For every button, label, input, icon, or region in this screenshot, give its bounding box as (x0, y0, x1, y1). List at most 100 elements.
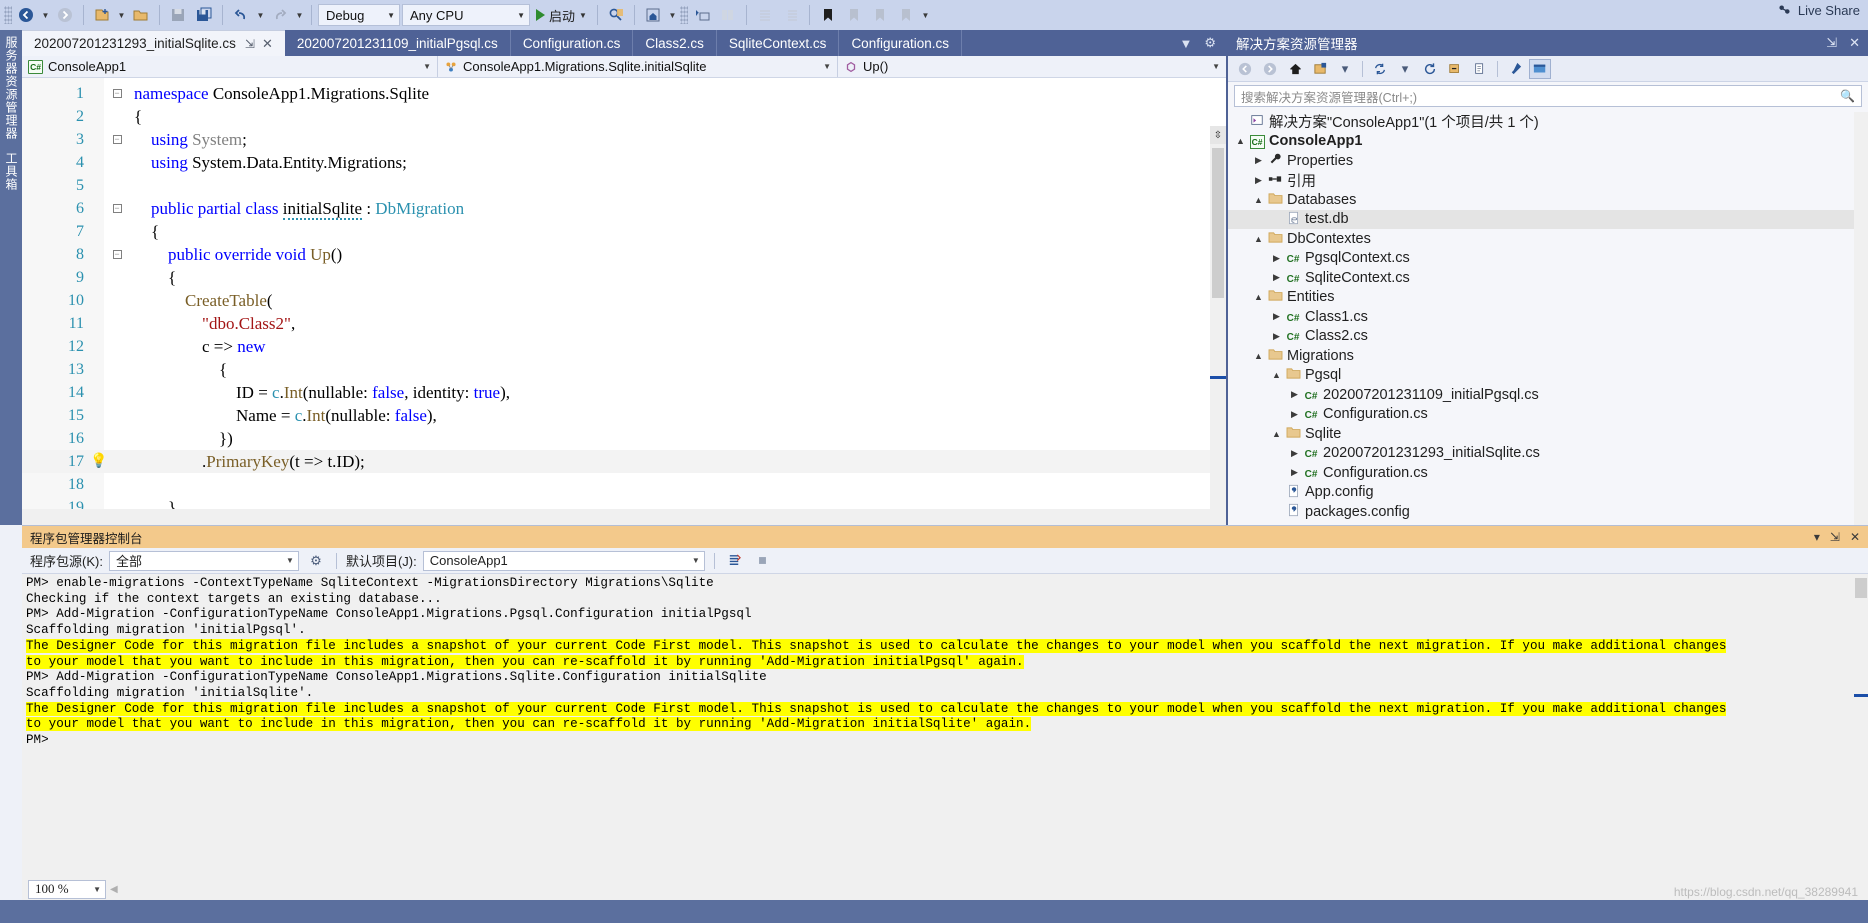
fold-marker-6[interactable]: − (106, 197, 128, 220)
collapse-icon[interactable]: ▲ (1252, 195, 1265, 205)
redo-icon[interactable] (268, 4, 292, 26)
tree-item-7[interactable]: ▶ C# PgsqlContext.cs (1228, 249, 1868, 269)
solution-explorer-search[interactable]: 搜索解决方案资源管理器(Ctrl+;) 🔍 (1234, 85, 1862, 107)
tree-item-16[interactable]: ▲ Sqlite (1228, 424, 1868, 444)
save-all-icon[interactable] (192, 4, 216, 26)
expand-icon[interactable]: ▶ (1252, 175, 1265, 186)
dropdown-icon-se-2[interactable]: ▾ (1394, 59, 1416, 79)
pmc-stop-icon[interactable] (752, 551, 774, 571)
collapse-icon[interactable]: ▲ (1252, 234, 1265, 244)
fold-marker-1[interactable]: − (106, 82, 128, 105)
previous-bookmark-icon[interactable] (842, 4, 866, 26)
open-file-icon[interactable] (129, 4, 153, 26)
editor-tab-1[interactable]: 202007201231109_initialPgsql.cs (284, 30, 511, 56)
collapse-icon[interactable]: ▲ (1234, 136, 1247, 146)
expand-icon[interactable]: ▶ (1270, 272, 1283, 283)
tree-item-6[interactable]: ▲ DbContextes (1228, 229, 1868, 249)
editor-tab-3[interactable]: Class2.cs (633, 30, 717, 56)
pin-icon[interactable]: ⇲ (245, 37, 255, 51)
refresh-icon[interactable] (1419, 59, 1441, 79)
pin-window-icon[interactable]: ⇲ (1826, 35, 1837, 51)
preview-selected-items-icon[interactable] (1529, 58, 1551, 79)
tree-item-11[interactable]: ▶ C# Class2.cs (1228, 327, 1868, 347)
collapse-all-icon[interactable] (1444, 59, 1466, 79)
tree-item-9[interactable]: ▲ Entities (1228, 288, 1868, 308)
tree-item-8[interactable]: ▶ C# SqliteContext.cs (1228, 268, 1868, 288)
home-dropdown-icon[interactable]: ▼ (667, 4, 678, 26)
pmc-close-icon[interactable]: ✕ (1850, 530, 1860, 544)
pmc-scroll-thumb[interactable] (1855, 578, 1867, 598)
expand-icon[interactable]: ▶ (1270, 331, 1283, 342)
sync-with-active-document-icon[interactable] (1369, 59, 1391, 79)
comment-icon[interactable] (716, 4, 740, 26)
chevron-down-icon-3[interactable]: ▼ (579, 11, 587, 20)
editor-scroll-thumb[interactable] (1212, 148, 1224, 298)
solution-platform-combo[interactable]: Any CPU ▼ (402, 4, 530, 26)
tree-item-0[interactable]: 解决方案"ConsoleApp1"(1 个项目/共 1 个) (1228, 112, 1868, 132)
nav-project-combo[interactable]: C# ConsoleApp1 ▼ (22, 56, 438, 77)
indent-icon[interactable] (779, 4, 803, 26)
undo-dropdown-icon[interactable]: ▼ (255, 4, 266, 26)
show-all-files-icon[interactable] (1469, 59, 1491, 79)
tree-item-2[interactable]: ▶ Properties (1228, 151, 1868, 171)
editor-horizontal-scrollbar[interactable] (22, 509, 1210, 525)
pmc-hscroll-left-arrow[interactable]: ◀ (110, 884, 118, 895)
expand-icon[interactable]: ▶ (1288, 467, 1301, 478)
tree-item-15[interactable]: ▶ C# Configuration.cs (1228, 405, 1868, 425)
pmc-source-combo[interactable]: 全部 ▼ (108, 550, 299, 571)
toolbar-grip-2[interactable] (679, 6, 688, 24)
next-bookmark-icon[interactable] (868, 4, 892, 26)
pmc-settings-gear-icon[interactable]: ⚙ (305, 551, 327, 571)
navigate-back-dropdown-icon[interactable]: ▼ (40, 4, 51, 26)
code-editor[interactable]: 1 − namespace ConsoleApp1.Migrations.Sql… (22, 78, 1226, 525)
tree-item-12[interactable]: ▲ Migrations (1228, 346, 1868, 366)
tree-item-20[interactable]: packages.config (1228, 502, 1868, 522)
toolbar-overflow-icon[interactable]: ▼ (920, 4, 931, 26)
navigate-forward-icon[interactable] (53, 4, 77, 26)
back-icon[interactable] (1234, 59, 1256, 79)
bookmark-icon[interactable] (816, 4, 840, 26)
redo-dropdown-icon[interactable]: ▼ (294, 4, 305, 26)
close-window-icon[interactable]: ✕ (1849, 35, 1860, 51)
tree-item-18[interactable]: ▶ C# Configuration.cs (1228, 463, 1868, 483)
start-debug-button[interactable]: 启动 ▼ (532, 4, 591, 26)
expand-icon[interactable]: ▶ (1288, 448, 1301, 459)
dock-tab-server-explorer[interactable]: 服务器资源管理器 (0, 30, 23, 146)
pending-changes-icon[interactable] (1309, 59, 1331, 79)
active-files-dropdown-icon[interactable]: ▼ (1179, 36, 1192, 51)
tree-item-4[interactable]: ▲ Databases (1228, 190, 1868, 210)
gear-icon[interactable]: ⚙ (1204, 35, 1216, 51)
outdent-icon[interactable] (753, 4, 777, 26)
zoom-level-combo[interactable]: 100 % ▼ (28, 879, 106, 899)
editor-vertical-scrollbar[interactable] (1210, 126, 1226, 525)
nav-member-combo[interactable]: Up() ▼ (838, 56, 1226, 77)
dropdown-icon-se[interactable]: ▾ (1334, 59, 1356, 79)
expand-icon[interactable]: ▶ (1288, 409, 1301, 420)
expand-icon[interactable]: ▶ (1288, 389, 1301, 400)
solution-configuration-combo[interactable]: Debug ▼ (318, 4, 400, 26)
tree-item-5[interactable]: test.db (1228, 209, 1868, 229)
tree-item-14[interactable]: ▶ C# 202007201231109_initialPgsql.cs (1228, 385, 1868, 405)
save-icon[interactable] (166, 4, 190, 26)
dock-tab-toolbox[interactable]: 工具箱 (0, 146, 23, 197)
properties-icon[interactable] (1504, 59, 1526, 79)
fold-marker-3[interactable]: − (106, 128, 128, 151)
tree-item-1[interactable]: ▲ C# ConsoleApp1 (1228, 132, 1868, 152)
tree-item-3[interactable]: ▶ 引用 (1228, 171, 1868, 191)
expand-icon[interactable]: ▶ (1252, 155, 1265, 166)
close-icon[interactable]: ✕ (262, 36, 273, 52)
fold-marker-8[interactable]: − (106, 243, 128, 266)
pmc-output[interactable]: PM> enable-migrations -ContextTypeName S… (22, 574, 1854, 878)
tree-item-19[interactable]: App.config (1228, 483, 1868, 503)
search-tool-icon[interactable] (604, 4, 628, 26)
collapse-icon[interactable]: ▲ (1270, 429, 1283, 439)
forward-icon[interactable] (1259, 59, 1281, 79)
search-icon[interactable]: 🔍 (1840, 89, 1855, 103)
live-share-button[interactable]: Live Share (1777, 3, 1860, 18)
toolbar-grip[interactable] (4, 6, 12, 24)
home-icon-se[interactable] (1284, 59, 1306, 79)
collapse-icon[interactable]: ▲ (1270, 370, 1283, 380)
tree-item-17[interactable]: ▶ C# 202007201231293_initialSqlite.cs (1228, 444, 1868, 464)
editor-tab-2[interactable]: Configuration.cs (510, 30, 634, 56)
pmc-clear-console-icon[interactable] (724, 551, 746, 571)
